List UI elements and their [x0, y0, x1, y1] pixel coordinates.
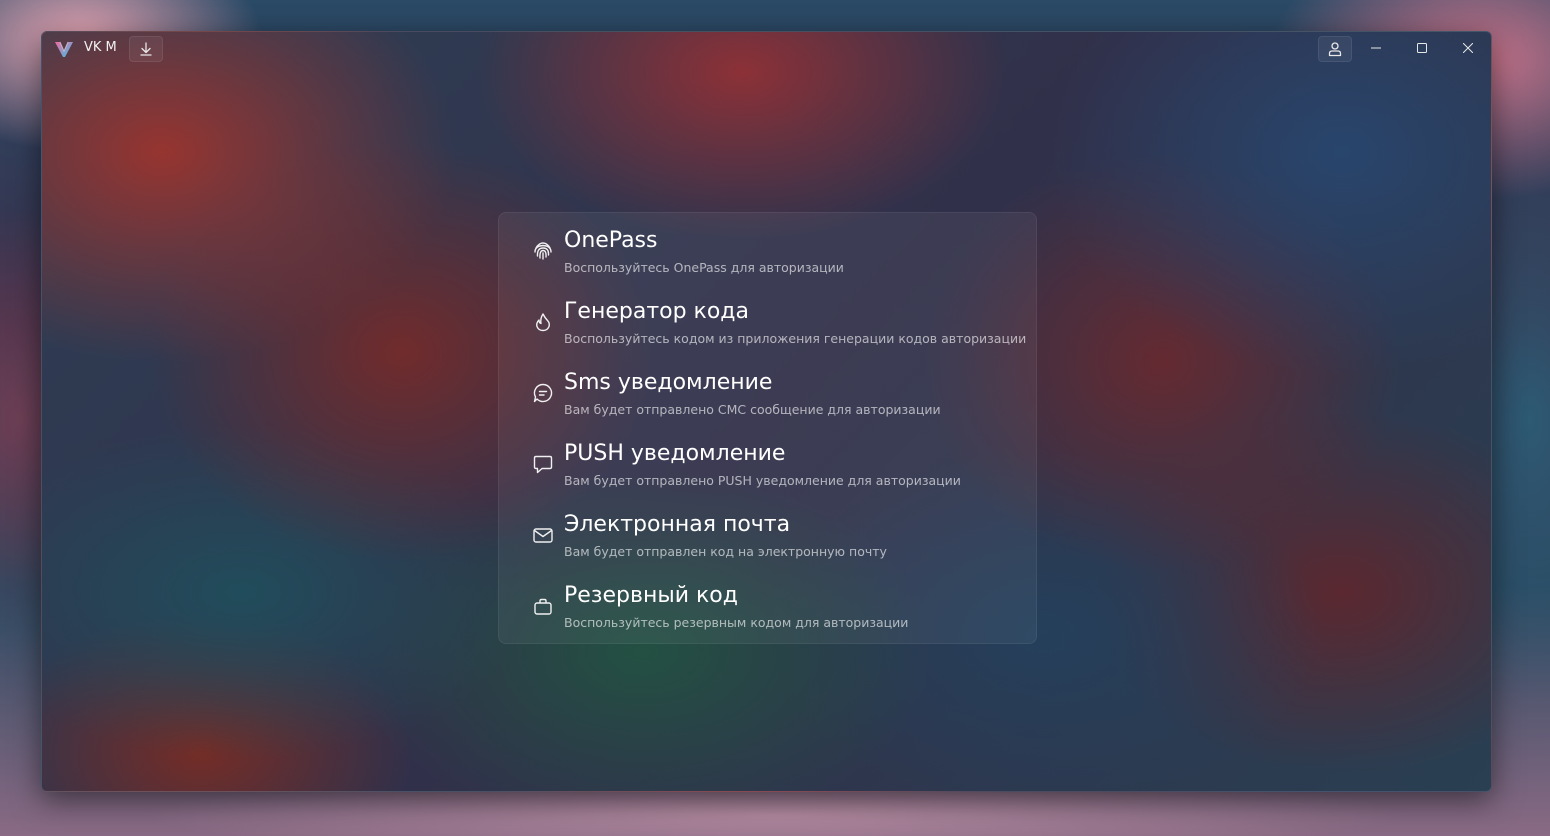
chat-bubble-icon: [532, 382, 554, 404]
fingerprint-icon: [532, 240, 554, 262]
auth-option-description: Воспользуйтесь резервным кодом для автор…: [564, 615, 909, 630]
flame-icon: [532, 311, 554, 333]
title-bar[interactable]: VK M: [42, 32, 1491, 64]
auth-option-title: Резервный код: [564, 583, 738, 608]
maximize-icon: [1417, 43, 1427, 53]
briefcase-icon: [532, 595, 554, 617]
app-window: VK M OnePass Воспользуйтесь OnePass для …: [41, 31, 1492, 792]
auth-option-title: PUSH уведомление: [564, 441, 786, 466]
auth-option-title: Sms уведомление: [564, 370, 773, 395]
auth-option-title: Электронная почта: [564, 512, 791, 537]
auth-option-push[interactable]: PUSH уведомление Вам будет отправлено PU…: [499, 426, 1036, 497]
close-button[interactable]: [1445, 32, 1491, 64]
auth-option-description: Воспользуйтесь кодом из приложения генер…: [564, 331, 1027, 346]
auth-option-sms[interactable]: Sms уведомление Вам будет отправлено СМС…: [499, 355, 1036, 426]
auth-option-description: Вам будет отправлено PUSH уведомление дл…: [564, 473, 961, 488]
auth-option-description: Вам будет отправлен код на электронную п…: [564, 544, 887, 559]
account-button[interactable]: [1318, 36, 1352, 62]
minimize-icon: [1371, 43, 1381, 53]
vkm-logo-icon: [54, 39, 74, 59]
download-icon: [139, 42, 153, 56]
auth-option-title: Генератор кода: [564, 299, 749, 324]
auth-option-onepass[interactable]: OnePass Воспользуйтесь OnePass для автор…: [499, 213, 1036, 284]
auth-methods-panel: OnePass Воспользуйтесь OnePass для автор…: [498, 212, 1037, 644]
account-icon: [1327, 41, 1343, 57]
auth-option-description: Воспользуйтесь OnePass для авторизации: [564, 260, 844, 275]
auth-option-description: Вам будет отправлено СМС сообщение для а…: [564, 402, 941, 417]
auth-option-code-generator[interactable]: Генератор кода Воспользуйтесь кодом из п…: [499, 284, 1036, 355]
app-title: VK M: [84, 40, 117, 55]
auth-option-email[interactable]: Электронная почта Вам будет отправлен ко…: [499, 497, 1036, 568]
message-icon: [532, 453, 554, 475]
close-icon: [1463, 43, 1473, 53]
auth-option-title: OnePass: [564, 228, 658, 253]
auth-option-backup-code[interactable]: Резервный код Воспользуйтесь резервным к…: [499, 568, 1036, 639]
mail-icon: [532, 524, 554, 546]
maximize-button[interactable]: [1399, 32, 1445, 64]
download-button[interactable]: [129, 36, 163, 62]
minimize-button[interactable]: [1353, 32, 1399, 64]
